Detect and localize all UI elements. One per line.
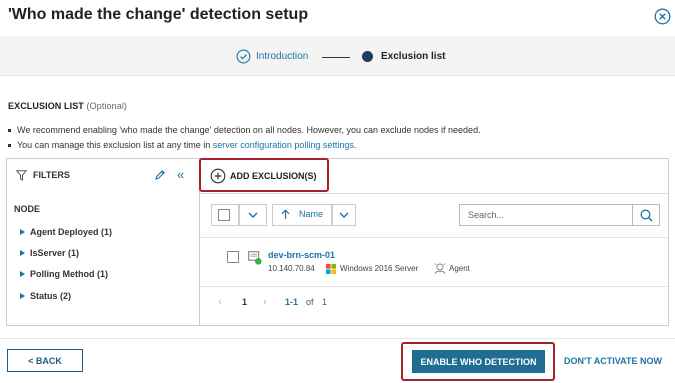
double-chevron-left-icon[interactable]: « [177,168,184,181]
filter-label: Agent Deployed (1) [30,227,113,237]
chevron-right-icon[interactable]: › [263,296,267,308]
filter-label: IsServer (1) [30,248,80,258]
filters-title: FILTERS [33,170,70,180]
agent-icon [434,263,446,274]
filter-polling-method[interactable]: Polling Method (1) [20,269,108,279]
current-page: 1 [242,297,248,307]
node-name-link[interactable]: dev-brn-scm-01 [268,250,335,260]
node-polling-method: Agent [449,264,470,273]
current-step-dot-icon [362,51,373,62]
list-divider [200,237,668,238]
filter-agent-deployed[interactable]: Agent Deployed (1) [20,227,112,237]
bullet-text: We recommend enabling 'who made the chan… [17,125,481,135]
funnel-icon [16,170,27,181]
filter-label: Polling Method (1) [30,269,108,279]
bullet-dot [8,144,11,148]
plus-circle-icon [210,168,226,183]
stepper-connector [322,57,350,58]
windows-logo-icon [326,264,336,274]
search-field[interactable] [459,204,633,226]
search-icon [640,209,653,222]
optional-label: (Optional) [86,101,128,111]
pager-divider [200,286,668,287]
chevron-down-icon [248,212,258,218]
wizard-stepper [0,36,675,76]
exclusion-list-title: EXCLUSION LIST [8,101,84,111]
filter-isserver[interactable]: IsServer (1) [20,248,79,258]
bullet-suffix: . [353,140,357,150]
add-exclusion-button[interactable]: ADD EXCLUSION(S) [210,167,317,184]
node-os: Windows 2016 Server [340,264,419,273]
caret-right-icon [20,293,25,299]
close-icon[interactable] [654,8,671,25]
chevron-down-icon [339,212,349,218]
exclusion-panel [6,158,669,326]
info-bullet-manage: You can manage this exclusion list at an… [8,140,356,150]
caret-right-icon [20,229,25,235]
polling-settings-link[interactable]: server configuration polling settings [213,140,354,150]
server-status-up-icon [248,251,262,265]
filter-status[interactable]: Status (2) [20,291,71,301]
select-all-checkbox[interactable] [218,209,230,221]
caret-right-icon [20,271,25,277]
exclusion-list-heading: EXCLUSION LIST (Optional) [8,101,127,111]
back-button[interactable]: < BACK [7,349,83,372]
dialog-title: 'Who made the change' detection setup [8,6,309,23]
step-exclusion-list: Exclusion list [381,51,446,62]
arrow-up-icon [281,209,290,219]
footer-divider [0,338,675,339]
pencil-icon[interactable] [154,169,166,181]
filter-label: Status (2) [30,291,72,301]
caret-right-icon [20,250,25,256]
node-ip: 10.140.70.84 [268,264,315,273]
chevron-left-icon[interactable]: ‹ [218,296,222,308]
enable-who-detection-button[interactable]: ENABLE WHO DETECTION [412,350,545,373]
sort-field-label: Name [299,209,324,219]
total-items: 1 [322,297,328,307]
filter-group-node: NODE [14,204,41,214]
page-range[interactable]: 1-1 [285,297,298,307]
search-input[interactable] [460,205,632,225]
bullet-text: You can manage this exclusion list at an… [17,140,213,150]
step-introduction[interactable]: Introduction [256,51,308,62]
add-exclusion-label: ADD EXCLUSION(S) [230,170,317,181]
bullet-dot [8,129,11,133]
check-circle-icon [236,49,251,64]
search-button[interactable] [633,204,660,226]
dont-activate-button[interactable]: DON'T ACTIVATE NOW [564,356,662,366]
info-bullet-recommendation: We recommend enabling 'who made the chan… [8,125,481,135]
toolbar-divider [200,193,668,194]
node-row-checkbox[interactable] [227,251,239,263]
page-of-label: of [306,297,314,307]
